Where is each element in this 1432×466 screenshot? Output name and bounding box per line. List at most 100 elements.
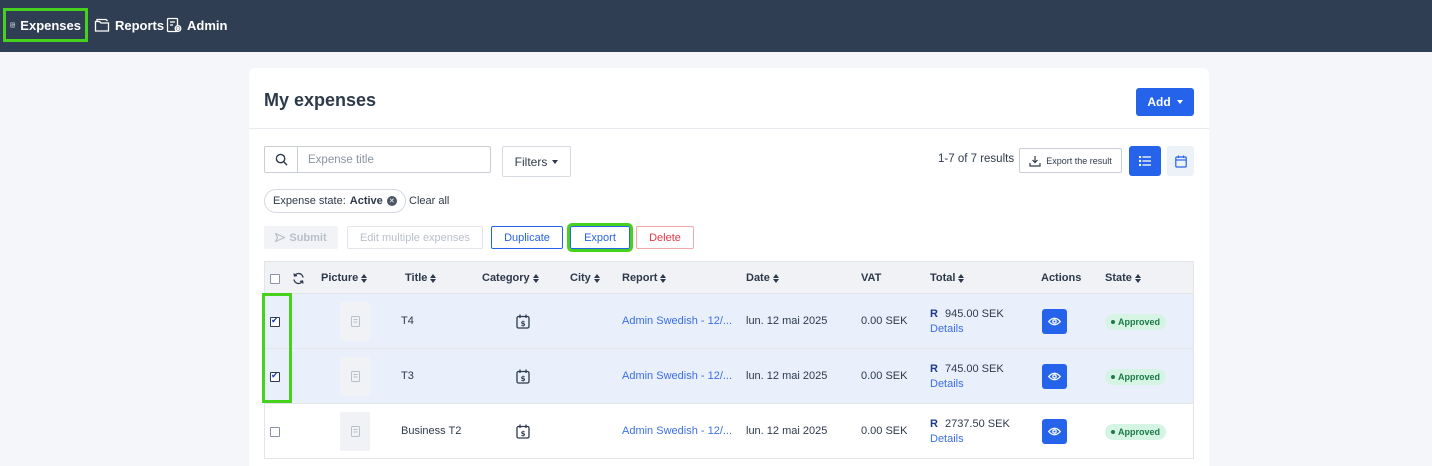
row-title: T4 <box>401 315 414 327</box>
nav-expenses-label: Expenses <box>20 17 81 33</box>
select-all-checkbox[interactable] <box>270 274 280 284</box>
nav-admin[interactable]: Admin <box>166 11 227 39</box>
top-navigation: Expenses Reports Admin <box>0 0 1432 52</box>
th-title[interactable]: Title <box>405 272 437 284</box>
receipt-thumbnail[interactable] <box>340 302 370 341</box>
th-vat: VAT <box>861 272 881 284</box>
th-category[interactable]: Category <box>482 272 539 284</box>
sort-icon <box>532 273 539 283</box>
row-checkbox[interactable] <box>270 315 280 327</box>
status-dot-icon <box>1111 320 1115 324</box>
export-result-button[interactable]: Export the result <box>1019 148 1122 173</box>
th-total[interactable]: Total <box>930 272 965 284</box>
sort-icon <box>660 273 667 283</box>
send-icon <box>275 233 286 242</box>
expenses-table: Picture Title Category City Report Date … <box>264 261 1194 459</box>
submit-label: Submit <box>289 231 327 244</box>
th-picture[interactable]: Picture <box>321 272 368 284</box>
calendar-icon <box>1174 155 1187 168</box>
sort-icon <box>593 273 600 283</box>
chevron-down-icon <box>552 159 559 164</box>
row-report-link[interactable]: Admin Swedish - 12/... <box>622 370 732 382</box>
th-city-label: City <box>570 272 591 284</box>
page-title: My expenses <box>264 90 377 110</box>
total-prefix: R <box>930 363 938 375</box>
th-total-label: Total <box>930 272 956 284</box>
folder-icon <box>94 18 110 32</box>
refresh-icon[interactable] <box>292 272 305 285</box>
th-state[interactable]: State <box>1105 272 1141 284</box>
nav-admin-label: Admin <box>187 17 228 33</box>
row-total: R 745.00 SEK <box>930 363 1004 375</box>
table-header: Picture Title Category City Report Date … <box>264 261 1194 294</box>
export-result-label: Export the result <box>1046 155 1112 166</box>
nav-reports[interactable]: Reports <box>94 11 164 39</box>
row-report-link[interactable]: Admin Swedish - 12/... <box>622 425 732 437</box>
status-badge-label: Approved <box>1118 372 1161 382</box>
search-icon[interactable] <box>265 147 298 172</box>
category-expense-icon: $ <box>516 369 530 384</box>
submit-button[interactable]: Submit <box>264 226 338 249</box>
status-dot-icon <box>1111 375 1115 379</box>
nav-expenses[interactable]: Expenses <box>3 8 88 42</box>
th-report[interactable]: Report <box>622 272 667 284</box>
chevron-down-icon <box>1176 100 1183 104</box>
duplicate-button[interactable]: Duplicate <box>491 226 563 249</box>
th-state-label: State <box>1105 272 1132 284</box>
row-date: lun. 12 mai 2025 <box>746 315 828 327</box>
receipt-thumbnail[interactable] <box>340 357 370 396</box>
row-vat: 0.00 SEK <box>861 315 908 327</box>
details-link[interactable]: Details <box>930 323 964 335</box>
row-checkbox[interactable] <box>270 427 280 437</box>
calendar-view-button[interactable] <box>1167 146 1194 176</box>
search-input[interactable] <box>298 147 490 172</box>
results-count: 1-7 of 7 results <box>938 153 1015 165</box>
eye-icon <box>1048 372 1061 381</box>
filter-chip-expense-state: Expense state: Active ✕ <box>264 189 406 213</box>
th-picture-label: Picture <box>321 272 359 284</box>
details-link[interactable]: Details <box>930 378 964 390</box>
view-expense-button[interactable] <box>1042 309 1067 334</box>
filters-label: Filters <box>514 154 548 169</box>
clear-all-link[interactable]: Clear all <box>409 195 449 207</box>
nav-reports-label: Reports <box>115 17 165 33</box>
add-button[interactable]: Add <box>1136 88 1194 116</box>
status-badge: Approved <box>1105 369 1167 385</box>
th-city[interactable]: City <box>570 272 600 284</box>
status-badge: Approved <box>1105 314 1167 330</box>
row-report-link[interactable]: Admin Swedish - 12/... <box>622 315 732 327</box>
row-date: lun. 12 mai 2025 <box>746 425 828 437</box>
total-amount: 745.00 SEK <box>944 363 1004 375</box>
document-icon <box>350 426 360 437</box>
table-row[interactable]: Business T2 $ Admin Swedish - 12/... lun… <box>264 404 1194 459</box>
row-total: R 2737.50 SEK <box>930 418 1010 430</box>
total-amount: 945.00 SEK <box>944 308 1004 320</box>
sort-icon <box>361 273 368 283</box>
table-row[interactable]: T4 $ Admin Swedish - 12/... lun. 12 mai … <box>264 294 1194 349</box>
row-total: R 945.00 SEK <box>930 308 1004 320</box>
th-vat-label: VAT <box>861 272 882 284</box>
row-checkbox[interactable] <box>270 370 280 382</box>
status-badge-label: Approved <box>1118 317 1161 327</box>
svg-text:$: $ <box>521 430 526 438</box>
receipt-thumbnail[interactable] <box>340 412 370 451</box>
sort-icon <box>772 273 779 283</box>
view-expense-button[interactable] <box>1042 419 1067 444</box>
table-row[interactable]: T3 $ Admin Swedish - 12/... lun. 12 mai … <box>264 349 1194 404</box>
delete-button[interactable]: Delete <box>636 226 694 249</box>
th-category-label: Category <box>482 272 530 284</box>
status-badge: Approved <box>1105 424 1167 440</box>
row-vat: 0.00 SEK <box>861 425 908 437</box>
list-view-button[interactable] <box>1129 146 1161 176</box>
document-icon <box>350 371 360 382</box>
close-icon[interactable]: ✕ <box>386 196 397 206</box>
th-date[interactable]: Date <box>746 272 779 284</box>
document-icon <box>350 316 360 327</box>
filters-button[interactable]: Filters <box>502 146 571 177</box>
card-header: My expenses Add <box>249 68 1209 129</box>
row-title: Business T2 <box>401 425 462 437</box>
edit-multiple-button[interactable]: Edit multiple expenses <box>347 226 483 249</box>
details-link[interactable]: Details <box>930 433 964 445</box>
view-expense-button[interactable] <box>1042 364 1067 389</box>
export-button[interactable]: Export <box>567 223 633 252</box>
